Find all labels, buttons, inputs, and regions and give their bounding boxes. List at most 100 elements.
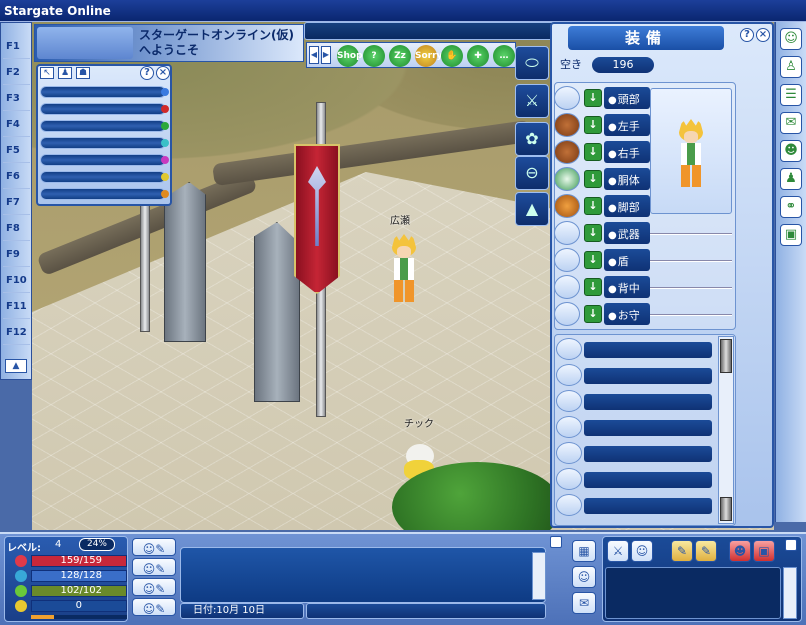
close-button[interactable]: × [156,66,170,80]
sorry-emote-icon[interactable]: Sorry [415,45,442,67]
tab-weapon[interactable]: ⚔ [515,84,549,118]
pointer-tab[interactable]: ↖ [40,67,54,79]
inventory-row[interactable] [556,494,714,516]
toolbar-prev-button[interactable]: ◀ [309,46,319,64]
inventory-scrollbar[interactable] [718,336,734,524]
tab-equipment[interactable]: ⬭ [515,46,549,80]
sp-bar: 102/102 [31,585,127,597]
chat-input[interactable] [306,603,546,619]
chat-scrollbar[interactable] [532,552,546,600]
skill-icon[interactable]: ✎ [695,540,717,562]
welcome-banner: スターゲートオンライン(仮)へようこそ [34,24,304,62]
inventory-row[interactable] [556,468,714,490]
welcome-text: スターゲートオンライン(仮)へようこそ [139,28,294,57]
equip-slot-body[interactable]: ↓胴体 [554,167,650,191]
block-icon[interactable]: ▣ [753,540,775,562]
scroll-thumb[interactable] [720,339,732,373]
fkey-10[interactable]: F10 [3,269,30,293]
equip-slot-charm[interactable]: ↓お守 [554,302,650,326]
attack-icon[interactable]: ⚔ [607,540,629,562]
tab-skill[interactable]: ✿ [515,122,549,156]
space-value: 196 [592,57,654,73]
equip-slot-shield[interactable]: ↓盾 [554,248,650,272]
level-label: レベル: [7,543,41,554]
party-slot[interactable] [40,120,169,132]
fkey-4[interactable]: F4 [3,113,30,137]
fkey-5[interactable]: F5 [3,139,30,163]
heal-emote-icon[interactable]: ✚ [467,45,489,67]
party-slot[interactable] [40,86,169,98]
map-icon[interactable]: ▦ [572,540,596,562]
chat-mode-party[interactable]: ☺✎ [132,558,176,576]
group-icon[interactable]: ⚭ [780,196,802,218]
party-icon[interactable]: ♟ [780,168,802,190]
party-slot[interactable] [40,103,169,115]
equip-slot-legs[interactable]: ↓脚部 [554,194,650,218]
profile-icon[interactable]: ♙ [780,56,802,78]
target-scrollbar[interactable] [783,567,797,619]
exp-percent: 24% [79,538,115,551]
inventory-row[interactable] [556,416,714,438]
equip-slot-back[interactable]: ↓背中 [554,275,650,299]
inventory-row[interactable] [556,364,714,386]
fkey-11[interactable]: F11 [3,295,30,319]
question-emote-icon[interactable]: ? [363,45,385,67]
fkey-12[interactable]: F12 [3,321,30,345]
chat-mode-whisper[interactable]: ☺✎ [132,598,176,616]
chat-mode-all[interactable]: ☺✎ [132,538,176,556]
inventory-row[interactable] [556,338,714,360]
equip-slot-right-hand[interactable]: ↓右手 [554,140,650,164]
equip-slot-head[interactable]: ↓頭部 [554,86,650,110]
fkey-1[interactable]: F1 [3,35,30,59]
chat-mode-buttons: ☺✎ ☺✎ ☺✎ ☺✎ [132,538,176,620]
equip-slot-left-hand[interactable]: ↓左手 [554,113,650,137]
shop-emote-icon[interactable]: Shop [337,45,363,67]
chat-log[interactable] [180,547,546,603]
player-character[interactable] [388,234,420,324]
inventory-row[interactable] [556,390,714,412]
fkey-3[interactable]: F3 [3,87,30,111]
chat-expand-button[interactable] [550,536,562,548]
list-icon[interactable]: ☰ [780,84,802,106]
party-slot[interactable] [40,188,169,200]
tab-map[interactable]: ▲ [515,192,549,226]
pvp-icon[interactable]: ☻ [729,540,751,562]
party-slot[interactable] [40,171,169,183]
target-info-box [605,567,781,619]
chat-icon[interactable]: ✉ [780,112,802,134]
scroll-down-button[interactable] [720,497,732,521]
equip-slot-weapon[interactable]: ↓武器 [554,221,650,245]
target-expand-button[interactable] [785,539,797,551]
toolbar-next-button[interactable]: ▶ [321,46,331,64]
help-button[interactable]: ? [140,66,154,80]
tab-status[interactable]: ⊖ [515,156,549,190]
character-icon[interactable]: ☺ [780,28,802,50]
guild-tab[interactable]: ☗ [76,67,90,79]
exp-bar [31,615,127,619]
help-button[interactable]: ? [740,28,754,42]
fkey-8[interactable]: F8 [3,217,30,241]
trade-icon[interactable]: ✎ [671,540,693,562]
party-slot[interactable] [40,137,169,149]
sleep-emote-icon[interactable]: Zz [389,45,411,67]
window-titlebar: Stargate Online [0,0,806,22]
fkey-collapse-button[interactable]: ▲ [5,359,27,373]
party-slot[interactable] [40,154,169,166]
more-emote-icon[interactable]: … [493,45,515,67]
money-icon [15,600,27,612]
close-button[interactable]: × [756,28,770,42]
fkey-2[interactable]: F2 [3,61,30,85]
mana-icon [15,570,27,582]
fkey-9[interactable]: F9 [3,243,30,267]
wave-emote-icon[interactable]: ✋ [441,45,463,67]
chat-mode-guild[interactable]: ☺✎ [132,578,176,596]
fkey-6[interactable]: F6 [3,165,30,189]
system-icon[interactable]: ▣ [780,224,802,246]
inventory-row[interactable] [556,442,714,464]
fkey-7[interactable]: F7 [3,191,30,215]
face-icon[interactable]: ☺ [572,566,596,588]
mail-icon[interactable]: ✉ [572,592,596,614]
friends-icon[interactable]: ☻ [780,140,802,162]
target-face-icon[interactable]: ☺ [631,540,653,562]
party-tab[interactable]: ♟ [58,67,72,79]
